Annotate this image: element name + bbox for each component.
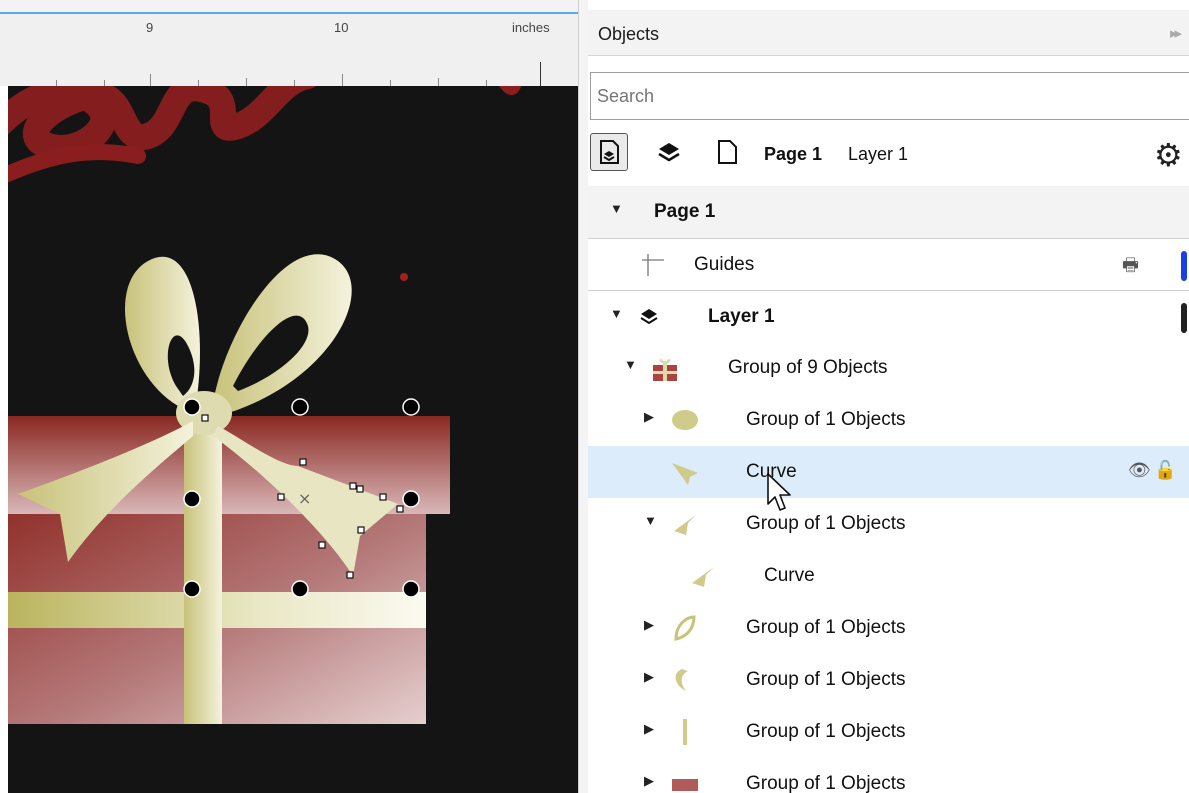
tree-row-layer[interactable]: ▼ Layer 1 xyxy=(588,290,1189,342)
guides-icon xyxy=(638,250,668,280)
tree-row-page[interactable]: ▼ Page 1 xyxy=(588,186,1189,238)
tree-label: Group of 1 Objects xyxy=(746,721,906,742)
curve-thumbnail-icon xyxy=(670,457,700,487)
tree-label: Group of 1 Objects xyxy=(746,513,906,534)
layer-icon[interactable] xyxy=(650,133,688,171)
tree-row-group[interactable]: ▶ Group of 1 Objects xyxy=(588,394,1189,446)
tree-row-group[interactable]: ▶ Group of 1 Objects xyxy=(588,654,1189,706)
expand-arrow-icon[interactable]: ▼ xyxy=(644,513,657,528)
layer-icon xyxy=(634,302,664,332)
tree-row-group[interactable]: ▼ Group of 1 Objects xyxy=(588,498,1189,550)
horizontal-ruler[interactable]: 9 10 inches xyxy=(0,12,578,86)
leaf-thumbnail-icon xyxy=(670,613,700,643)
tree-row-group[interactable]: ▶ Group of 1 Objects xyxy=(588,602,1189,654)
layer-color-indicator xyxy=(1181,303,1187,333)
tree-label: Group of 1 Objects xyxy=(746,409,906,430)
panel-header: Objects ▸▸ xyxy=(588,10,1189,56)
canvas-page[interactable]: × xyxy=(8,86,578,793)
eye-icon[interactable]: 👁 xyxy=(1128,460,1151,481)
tree-row-group[interactable]: ▼ Group of 9 Objects xyxy=(588,342,1189,394)
collapse-arrow-icon[interactable]: ▶ xyxy=(644,409,654,425)
drawing-canvas-area[interactable]: 9 10 inches × xyxy=(0,0,578,793)
layer-color-indicator xyxy=(1181,251,1187,281)
gift-illustration: × xyxy=(8,86,522,724)
curve-thumbnail-icon xyxy=(688,561,718,591)
svg-text:×: × xyxy=(298,489,311,508)
panel-title: Objects xyxy=(598,24,660,44)
search-input[interactable] xyxy=(590,72,1189,120)
print-icon[interactable]: 🖶 xyxy=(1122,253,1139,283)
box-thumbnail-icon xyxy=(670,769,700,793)
ruler-label-9: 9 xyxy=(146,20,154,35)
page-layers-icon[interactable] xyxy=(590,133,628,171)
current-layer-label[interactable]: Layer 1 xyxy=(848,144,908,165)
collapse-arrow-icon[interactable]: ▶ xyxy=(644,617,654,633)
tree-row-group[interactable]: ▶ Group of 1 Objects xyxy=(588,706,1189,758)
collapse-arrow-icon[interactable]: ▶ xyxy=(644,773,654,789)
tree-row-curve-selected[interactable]: Curve 👁 🔓 xyxy=(588,446,1189,498)
collapse-panel-icon[interactable]: ▸▸ xyxy=(1170,24,1182,42)
curve-thumbnail-icon xyxy=(670,509,700,539)
collapse-arrow-icon[interactable]: ▶ xyxy=(644,721,654,737)
gift-thumbnail-icon xyxy=(650,353,680,383)
ruler-unit-label: inches xyxy=(512,20,550,35)
tree-label: Group of 1 Objects xyxy=(746,773,906,793)
tree-label: Guides xyxy=(694,254,755,275)
collapse-arrow-icon[interactable]: ▶ xyxy=(644,669,654,685)
current-page-label[interactable]: Page 1 xyxy=(764,144,822,165)
loop-thumbnail-icon xyxy=(670,665,700,695)
lock-icon[interactable]: 🔓 xyxy=(1154,460,1176,481)
panel-splitter[interactable] xyxy=(578,0,588,793)
tree-label: Layer 1 xyxy=(708,306,775,327)
top-strip xyxy=(0,0,578,12)
object-tree: ▼ Page 1 Guides 🖶 ▼ Layer 1 ▼ Group of 9… xyxy=(588,186,1189,793)
tree-label: Curve xyxy=(764,565,815,586)
expand-arrow-icon[interactable]: ▼ xyxy=(610,201,623,216)
tree-row-guides[interactable]: Guides 🖶 xyxy=(588,238,1189,290)
tree-label: Group of 1 Objects xyxy=(746,617,906,638)
tree-label: Page 1 xyxy=(654,201,716,222)
tree-row-group[interactable]: ▶ Group of 1 Objects xyxy=(588,758,1189,793)
gear-icon[interactable]: ⚙ xyxy=(1154,136,1183,174)
page-icon[interactable] xyxy=(708,133,746,171)
app-window: 9 10 inches × Objects ▸▸ Search Page 1 L… xyxy=(0,0,1189,793)
bar-thumbnail-icon xyxy=(670,717,700,747)
tree-row-curve[interactable]: Curve xyxy=(588,550,1189,602)
ruler-label-10: 10 xyxy=(334,20,349,35)
objects-panel: Objects ▸▸ Search Page 1 Layer 1 ⚙ ▼ Pag… xyxy=(588,0,1189,793)
expand-arrow-icon[interactable]: ▼ xyxy=(610,306,623,321)
expand-arrow-icon[interactable]: ▼ xyxy=(624,357,637,372)
ellipse-thumbnail-icon xyxy=(670,405,700,435)
mouse-cursor-icon xyxy=(767,473,791,511)
objects-toolbar: Page 1 Layer 1 ⚙ xyxy=(588,128,1189,180)
tree-label: Group of 9 Objects xyxy=(728,357,888,378)
tree-label: Group of 1 Objects xyxy=(746,669,906,690)
